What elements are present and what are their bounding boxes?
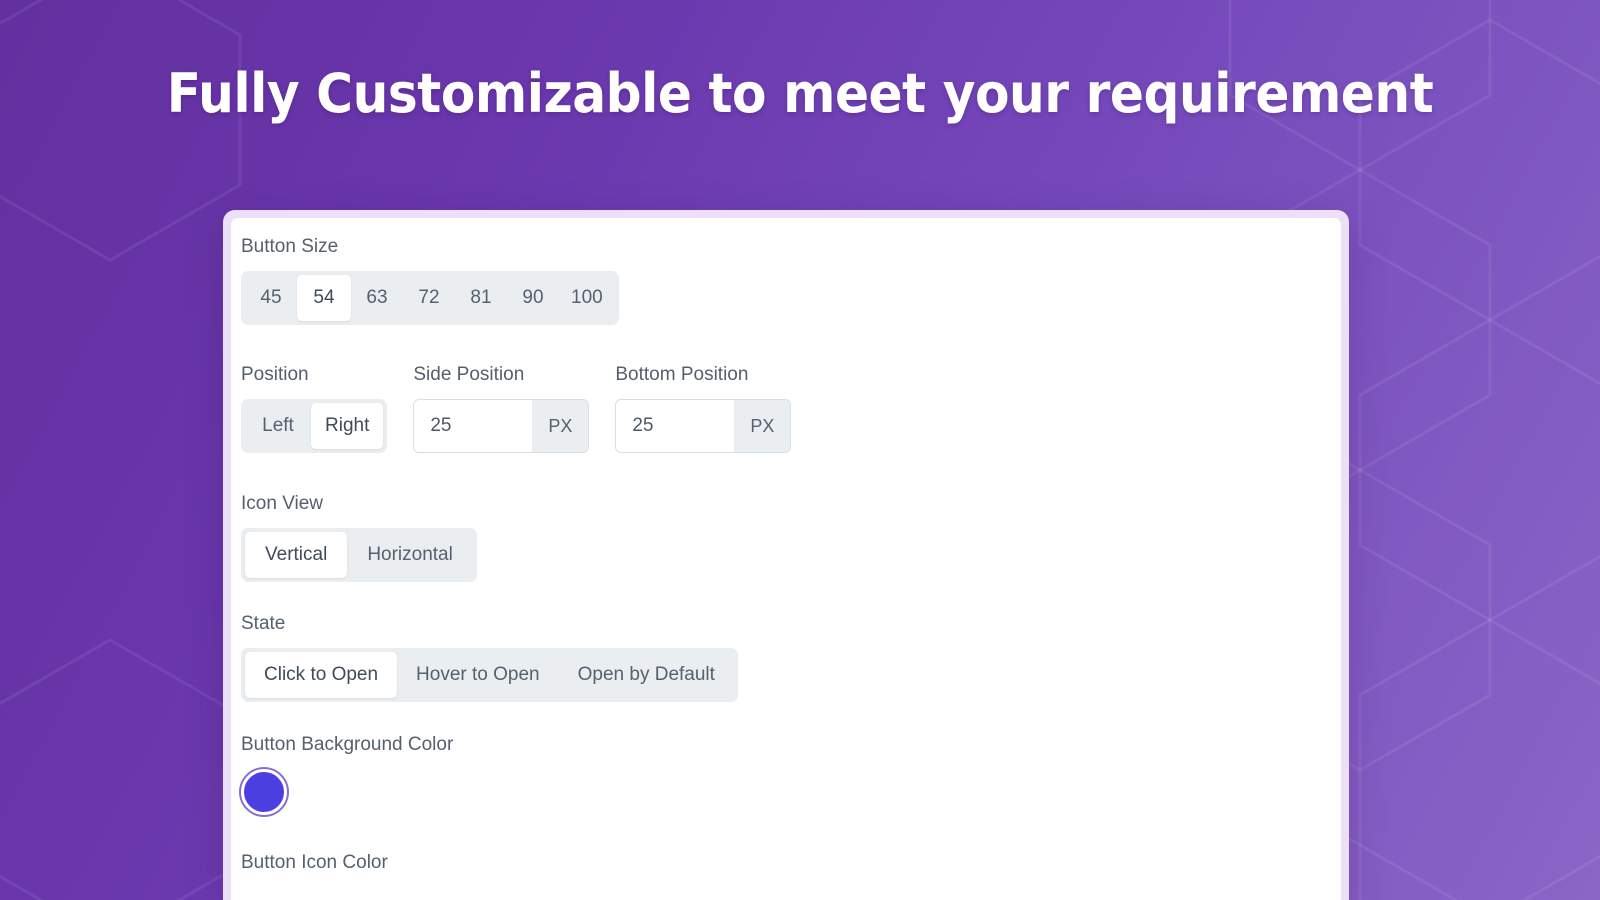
settings-panel: Button Size 45 54 63 72 81 90 100 Positi… — [223, 210, 1349, 900]
button-size-option-100[interactable]: 100 — [559, 275, 615, 321]
page-root: Fully Customizable to meet your requirem… — [0, 0, 1600, 900]
bottom-position-label: Bottom Position — [615, 364, 749, 385]
bottom-position-input[interactable] — [616, 400, 735, 452]
side-position-label: Side Position — [413, 364, 525, 385]
side-position-input-group[interactable]: PX — [413, 399, 590, 453]
position-option-right[interactable]: Right — [311, 403, 384, 449]
button-size-label: Button Size — [241, 236, 339, 257]
field-button-size: Button Size 45 54 63 72 81 90 100 — [241, 236, 619, 325]
position-option-left[interactable]: Left — [245, 403, 311, 449]
position-row: Position Left Right Side Position PX Bot… — [241, 364, 817, 453]
field-state: State Click to Open Hover to Open Open b… — [241, 613, 738, 702]
state-option-click-to-open[interactable]: Click to Open — [245, 652, 398, 698]
field-position: Position Left Right — [241, 364, 388, 453]
state-label: State — [241, 613, 286, 634]
field-side-position: Side Position PX — [413, 364, 590, 453]
field-bottom-position: Bottom Position PX — [615, 364, 792, 453]
bottom-position-input-group[interactable]: PX — [615, 399, 792, 453]
icon-view-option-horizontal[interactable]: Horizontal — [347, 532, 473, 578]
button-size-option-63[interactable]: 63 — [351, 275, 403, 321]
button-size-option-81[interactable]: 81 — [455, 275, 507, 321]
page-title: Fully Customizable to meet your requirem… — [166, 62, 1434, 125]
button-background-color-swatch[interactable] — [241, 769, 287, 815]
button-size-segmented-control[interactable]: 45 54 63 72 81 90 100 — [241, 271, 619, 325]
side-position-input[interactable] — [414, 400, 533, 452]
button-size-option-45[interactable]: 45 — [245, 275, 297, 321]
bottom-position-unit-addon: PX — [734, 400, 791, 452]
state-option-hover-to-open[interactable]: Hover to Open — [397, 652, 559, 698]
icon-view-label: Icon View — [241, 493, 324, 514]
button-background-color-label: Button Background Color — [241, 734, 454, 755]
state-option-open-by-default[interactable]: Open by Default — [559, 652, 734, 698]
state-segmented-control[interactable]: Click to Open Hover to Open Open by Defa… — [241, 648, 738, 702]
icon-view-segmented-control[interactable]: Vertical Horizontal — [241, 528, 477, 582]
side-position-unit-addon: PX — [532, 400, 589, 452]
button-size-option-90[interactable]: 90 — [507, 275, 559, 321]
field-button-background-color: Button Background Color — [241, 734, 453, 815]
button-size-option-72[interactable]: 72 — [403, 275, 455, 321]
settings-panel-content: Button Size 45 54 63 72 81 90 100 Positi… — [231, 218, 1341, 900]
field-icon-view: Icon View Vertical Horizontal — [241, 493, 477, 582]
field-button-icon-color: Button Icon Color — [241, 852, 388, 887]
button-icon-color-label: Button Icon Color — [241, 852, 388, 873]
position-label: Position — [241, 364, 309, 385]
button-size-option-54[interactable]: 54 — [297, 275, 351, 321]
icon-view-option-vertical[interactable]: Vertical — [245, 532, 348, 578]
position-segmented-control[interactable]: Left Right — [241, 399, 388, 453]
